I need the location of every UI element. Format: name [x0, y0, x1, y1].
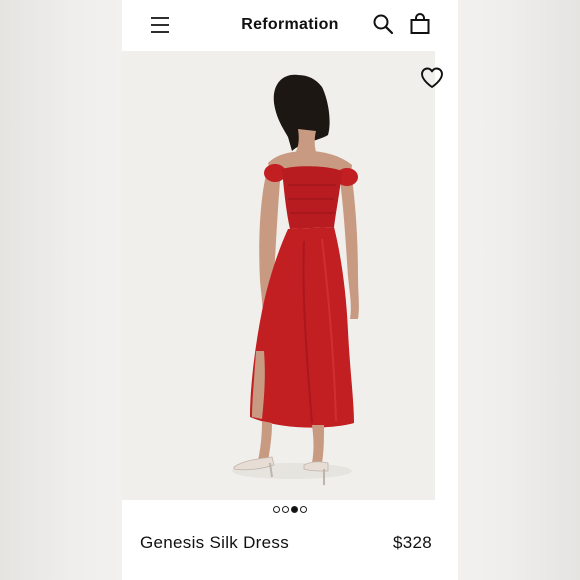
top-navigation-bar: Reformation: [122, 0, 458, 50]
pagination-dot[interactable]: [300, 506, 307, 513]
pagination-dot[interactable]: [273, 506, 280, 513]
search-icon[interactable]: [372, 13, 394, 35]
product-image[interactable]: [122, 51, 435, 500]
product-price: $328: [392, 533, 432, 552]
image-pagination: [122, 506, 458, 518]
model-photo: [122, 51, 435, 500]
product-name: Genesis Silk Dress: [140, 533, 289, 552]
pagination-dot-active[interactable]: [291, 506, 298, 513]
pagination-dot[interactable]: [282, 506, 289, 513]
shopping-bag-icon[interactable]: [408, 12, 432, 36]
mobile-screen: Reformation Genesis Silk Dress $328: [122, 0, 458, 580]
heart-outline-icon[interactable]: [419, 65, 445, 91]
background-right: [458, 0, 580, 580]
background-left: [0, 0, 122, 580]
